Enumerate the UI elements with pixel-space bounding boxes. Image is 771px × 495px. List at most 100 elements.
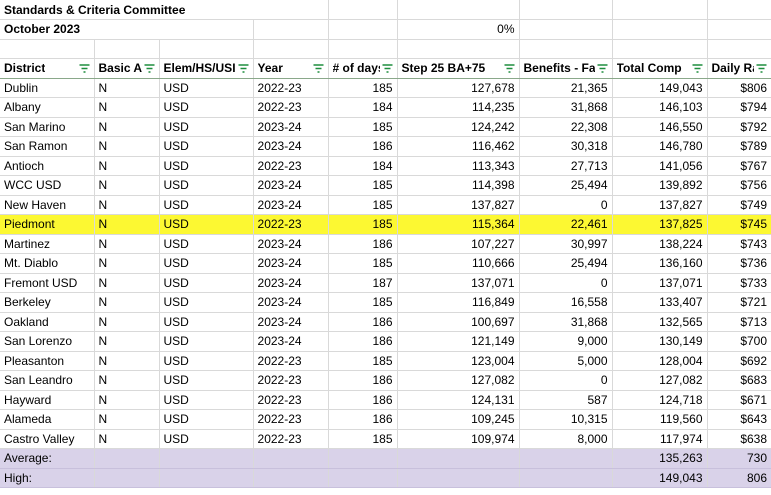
cell-district[interactable]: San Ramon [0, 136, 95, 157]
cell-basic-a[interactable]: N [94, 136, 160, 157]
cell[interactable] [328, 448, 398, 469]
cell-days[interactable]: 185 [328, 214, 398, 235]
cell-total-comp[interactable]: 146,780 [612, 136, 708, 157]
column-header-days[interactable]: # of days [328, 58, 398, 79]
cell-step-25[interactable]: 127,082 [397, 370, 520, 391]
cell[interactable] [94, 39, 160, 59]
cell[interactable] [328, 0, 398, 20]
cell-benefits[interactable]: 22,308 [519, 117, 613, 137]
cell-benefits[interactable]: 8,000 [519, 429, 613, 449]
cell-basic-a[interactable]: N [94, 78, 160, 98]
cell-daily-rate[interactable]: $806 [707, 78, 771, 98]
cell-elem-hs-usd[interactable]: USD [159, 234, 254, 254]
cell-district[interactable]: San Leandro [0, 370, 95, 391]
cell-district[interactable]: New Haven [0, 195, 95, 215]
cell[interactable] [519, 39, 613, 59]
cell-days[interactable]: 186 [328, 312, 398, 332]
cell-days[interactable]: 185 [328, 117, 398, 137]
cell-basic-a[interactable]: N [94, 370, 160, 391]
cell-total-comp[interactable]: 117,974 [612, 429, 708, 449]
cell[interactable] [397, 448, 520, 469]
cell-year[interactable]: 2023-24 [253, 136, 329, 157]
cell-year[interactable]: 2023-24 [253, 273, 329, 293]
filter-icon[interactable] [313, 64, 324, 73]
filter-icon[interactable] [144, 64, 155, 73]
cell-year[interactable]: 2023-24 [253, 292, 329, 313]
cell-daily-rate[interactable]: $700 [707, 331, 771, 352]
cell-basic-a[interactable]: N [94, 195, 160, 215]
cell-district[interactable]: Berkeley [0, 292, 95, 313]
cell-total-comp[interactable]: 138,224 [612, 234, 708, 254]
cell[interactable] [397, 0, 520, 20]
cell-elem-hs-usd[interactable]: USD [159, 390, 254, 410]
cell-daily-rate[interactable]: $683 [707, 370, 771, 391]
cell-step-25[interactable]: 116,462 [397, 136, 520, 157]
cell-year[interactable]: 2022-23 [253, 214, 329, 235]
cell-step-25[interactable]: 113,343 [397, 156, 520, 176]
cell-days[interactable]: 186 [328, 390, 398, 410]
filter-icon[interactable] [79, 64, 90, 73]
cell-year[interactable]: 2023-24 [253, 117, 329, 137]
cell-basic-a[interactable]: N [94, 273, 160, 293]
cell-days[interactable]: 185 [328, 253, 398, 274]
cell[interactable] [253, 39, 329, 59]
cell-basic-a[interactable]: N [94, 429, 160, 449]
cell-step-25[interactable]: 109,245 [397, 409, 520, 430]
cell-benefits[interactable]: 0 [519, 273, 613, 293]
cell-year[interactable]: 2023-24 [253, 234, 329, 254]
sheet-subtitle[interactable]: October 2023 [0, 19, 159, 40]
cell-benefits[interactable]: 31,868 [519, 312, 613, 332]
cell-step-25[interactable]: 137,827 [397, 195, 520, 215]
cell-basic-a[interactable]: N [94, 409, 160, 430]
cell-benefits[interactable]: 22,461 [519, 214, 613, 235]
cell-basic-a[interactable]: N [94, 253, 160, 274]
cell-total-comp[interactable]: 133,407 [612, 292, 708, 313]
cell-step-25[interactable]: 100,697 [397, 312, 520, 332]
cell-total-comp[interactable]: 127,082 [612, 370, 708, 391]
cell-elem-hs-usd[interactable]: USD [159, 429, 254, 449]
column-header-district[interactable]: District [0, 58, 95, 79]
cell-elem-hs-usd[interactable]: USD [159, 253, 254, 274]
cell-benefits[interactable]: 30,318 [519, 136, 613, 157]
cell[interactable] [397, 39, 520, 59]
cell-days[interactable]: 184 [328, 97, 398, 118]
cell-benefits[interactable]: 0 [519, 370, 613, 391]
percent-cell[interactable]: 0% [397, 19, 520, 40]
cell-daily-rate[interactable]: $745 [707, 214, 771, 235]
cell-district[interactable]: Pleasanton [0, 351, 95, 371]
cell-step-25[interactable]: 114,235 [397, 97, 520, 118]
cell-elem-hs-usd[interactable]: USD [159, 156, 254, 176]
cell[interactable] [612, 19, 708, 40]
cell-basic-a[interactable]: N [94, 390, 160, 410]
cell-elem-hs-usd[interactable]: USD [159, 195, 254, 215]
cell-days[interactable]: 185 [328, 429, 398, 449]
cell-basic-a[interactable]: N [94, 292, 160, 313]
cell-elem-hs-usd[interactable]: USD [159, 409, 254, 430]
cell-days[interactable]: 187 [328, 273, 398, 293]
summary-label[interactable]: High: [0, 468, 95, 488]
cell-basic-a[interactable]: N [94, 156, 160, 176]
cell[interactable] [707, 39, 771, 59]
cell-district[interactable]: Piedmont [0, 214, 95, 235]
cell-district[interactable]: Albany [0, 97, 95, 118]
cell-step-25[interactable]: 124,131 [397, 390, 520, 410]
cell[interactable] [707, 19, 771, 40]
cell-elem-hs-usd[interactable]: USD [159, 175, 254, 196]
cell-step-25[interactable]: 115,364 [397, 214, 520, 235]
cell-daily-rate[interactable]: $736 [707, 253, 771, 274]
cell-step-25[interactable]: 110,666 [397, 253, 520, 274]
cell[interactable] [159, 448, 254, 469]
cell-year[interactable]: 2022-23 [253, 409, 329, 430]
cell[interactable] [397, 468, 520, 488]
column-header-elem-hs-usd[interactable]: Elem/HS/USI [159, 58, 254, 79]
cell-basic-a[interactable]: N [94, 117, 160, 137]
cell[interactable] [253, 448, 329, 469]
cell-benefits[interactable]: 27,713 [519, 156, 613, 176]
cell-benefits[interactable]: 30,997 [519, 234, 613, 254]
cell-district[interactable]: Hayward [0, 390, 95, 410]
cell-total-comp[interactable]: 146,550 [612, 117, 708, 137]
cell-days[interactable]: 185 [328, 175, 398, 196]
cell[interactable] [0, 39, 95, 59]
cell-basic-a[interactable]: N [94, 312, 160, 332]
cell-step-25[interactable]: 114,398 [397, 175, 520, 196]
